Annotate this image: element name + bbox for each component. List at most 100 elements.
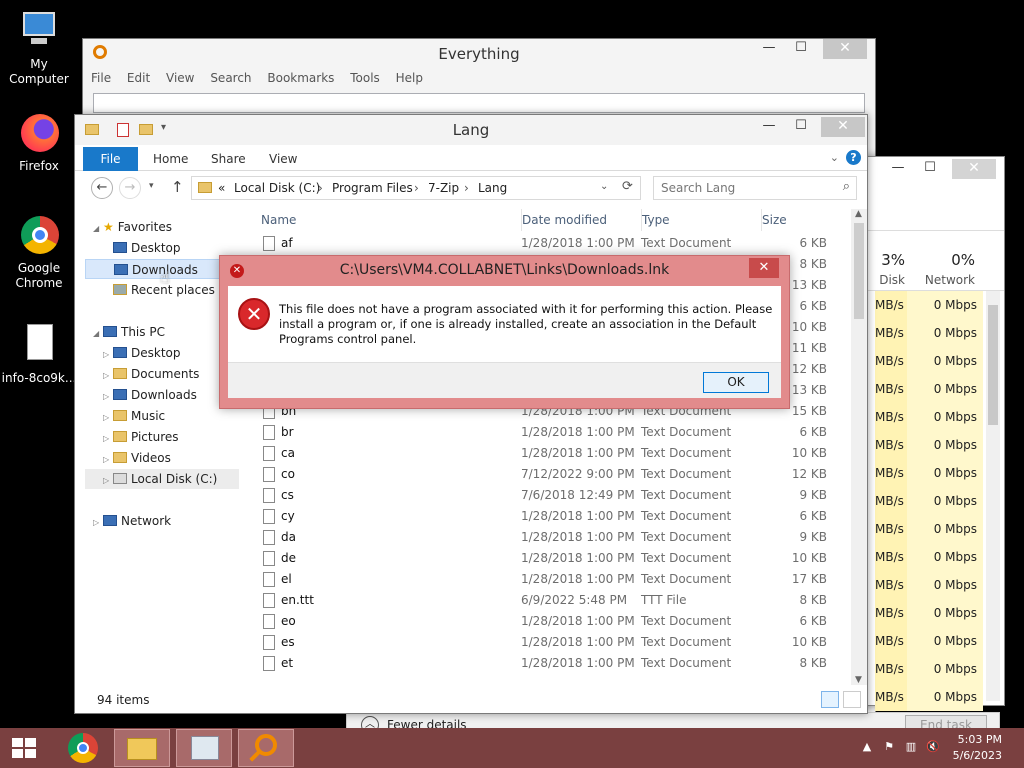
- process-row[interactable]: MB/s 0 Mbps: [875, 347, 983, 375]
- column-header-type[interactable]: Type: [641, 209, 751, 231]
- search-icon[interactable]: ⌕: [843, 179, 850, 194]
- file-row[interactable]: de 1/28/2018 1:00 PM Text Document 10 KB: [255, 548, 839, 569]
- nav-fav-desktop[interactable]: Desktop: [113, 238, 181, 258]
- scrollbar-thumb[interactable]: [988, 305, 998, 425]
- details-view-icon[interactable]: [821, 691, 839, 708]
- file-row[interactable]: cs 7/6/2018 12:49 PM Text Document 9 KB: [255, 485, 839, 506]
- process-row[interactable]: MB/s 0 Mbps: [875, 599, 983, 627]
- breadcrumb-overflow[interactable]: «: [218, 181, 225, 195]
- process-row[interactable]: MB/s 0 Mbps: [875, 459, 983, 487]
- process-row[interactable]: MB/s 0 Mbps: [875, 375, 983, 403]
- process-row[interactable]: MB/s 0 Mbps: [875, 291, 983, 319]
- process-row[interactable]: MB/s 0 Mbps: [875, 515, 983, 543]
- file-row[interactable]: br 1/28/2018 1:00 PM Text Document 6 KB: [255, 422, 839, 443]
- process-row[interactable]: MB/s 0 Mbps: [875, 655, 983, 683]
- nav-network[interactable]: ▷ Network: [93, 511, 171, 531]
- file-row[interactable]: cy 1/28/2018 1:00 PM Text Document 6 KB: [255, 506, 839, 527]
- vertical-scrollbar[interactable]: [986, 291, 1000, 701]
- maximize-button[interactable]: ☐: [787, 39, 815, 59]
- search-box[interactable]: Search Lang ⌕: [653, 176, 857, 200]
- collapsed-arrow-icon[interactable]: ▷: [103, 366, 113, 386]
- refresh-icon[interactable]: ⟳: [622, 179, 633, 194]
- breadcrumb-program-files[interactable]: Program Files: [332, 181, 413, 195]
- scroll-up-icon[interactable]: ▲: [855, 209, 862, 219]
- menu-search[interactable]: Search: [210, 71, 251, 85]
- collapsed-arrow-icon[interactable]: ▷: [103, 471, 113, 491]
- nav-pc-pictures[interactable]: ▷ Pictures: [103, 427, 179, 447]
- menu-bookmarks[interactable]: Bookmarks: [267, 71, 334, 85]
- process-row[interactable]: MB/s 0 Mbps: [875, 571, 983, 599]
- menu-tools[interactable]: Tools: [350, 71, 380, 85]
- clock[interactable]: 5:03 PM 5/6/2023: [953, 732, 1002, 764]
- nav-pc-desktop[interactable]: ▷ Desktop: [103, 343, 181, 363]
- column-header-size[interactable]: Size: [761, 209, 835, 231]
- collapsed-arrow-icon[interactable]: ▷: [103, 387, 113, 407]
- tab-share[interactable]: Share: [211, 147, 246, 171]
- chevron-down-icon[interactable]: ⌄: [600, 181, 608, 192]
- process-row[interactable]: MB/s 0 Mbps: [875, 487, 983, 515]
- close-button[interactable]: ✕: [952, 159, 996, 179]
- large-icons-view-icon[interactable]: [843, 691, 861, 708]
- back-button[interactable]: ←: [91, 177, 113, 199]
- address-bar[interactable]: « Local Disk (C:) › Program Files › 7-Zi…: [191, 176, 641, 200]
- tab-view[interactable]: View: [269, 147, 297, 171]
- process-row[interactable]: MB/s 0 Mbps: [875, 431, 983, 459]
- menu-help[interactable]: Help: [396, 71, 423, 85]
- ok-button[interactable]: OK: [703, 372, 769, 393]
- file-row[interactable]: da 1/28/2018 1:00 PM Text Document 9 KB: [255, 527, 839, 548]
- file-row[interactable]: et 1/28/2018 1:00 PM Text Document 8 KB: [255, 653, 839, 674]
- process-row[interactable]: MB/s 0 Mbps: [875, 403, 983, 431]
- tab-file[interactable]: File: [83, 147, 138, 171]
- close-button[interactable]: ✕: [821, 117, 865, 137]
- nav-favorites[interactable]: ◢ ★ Favorites: [93, 217, 172, 237]
- forward-button[interactable]: →: [119, 177, 141, 199]
- menu-file[interactable]: File: [91, 71, 111, 85]
- file-row[interactable]: el 1/28/2018 1:00 PM Text Document 17 KB: [255, 569, 839, 590]
- maximize-button[interactable]: ☐: [787, 117, 815, 137]
- process-row[interactable]: MB/s 0 Mbps: [875, 683, 983, 711]
- collapsed-arrow-icon[interactable]: ▷: [103, 408, 113, 428]
- desktop-icon-info-file[interactable]: info-8co9k...: [0, 324, 78, 386]
- breadcrumb-7zip[interactable]: 7-Zip: [428, 181, 459, 195]
- everything-search-input[interactable]: [93, 93, 865, 113]
- file-row[interactable]: en.ttt 6/9/2022 5:48 PM TTT File 8 KB: [255, 590, 839, 611]
- expanded-arrow-icon[interactable]: ◢: [93, 219, 103, 239]
- menu-edit[interactable]: Edit: [127, 71, 150, 85]
- help-icon[interactable]: ?: [846, 150, 861, 165]
- process-row[interactable]: MB/s 0 Mbps: [875, 543, 983, 571]
- maximize-button[interactable]: ☐: [916, 159, 944, 179]
- breadcrumb-local-disk[interactable]: Local Disk (C:): [234, 181, 320, 195]
- breadcrumb-lang[interactable]: Lang: [478, 181, 507, 195]
- column-header-name[interactable]: Name: [261, 209, 515, 231]
- nav-pc-local-disk[interactable]: ▷ Local Disk (C:): [85, 469, 239, 489]
- collapsed-arrow-icon[interactable]: ▷: [103, 450, 113, 470]
- dialog-close-button[interactable]: ✕: [749, 258, 779, 278]
- scrollbar-thumb[interactable]: [854, 223, 864, 319]
- collapsed-arrow-icon[interactable]: ▷: [93, 513, 103, 533]
- network-column-header[interactable]: 0% Network: [915, 251, 975, 287]
- tab-home[interactable]: Home: [153, 147, 188, 171]
- file-row[interactable]: es 1/28/2018 1:00 PM Text Document 10 KB: [255, 632, 839, 653]
- vertical-scrollbar[interactable]: ▲ ▼: [851, 209, 867, 685]
- taskbar-task-manager[interactable]: [176, 729, 232, 767]
- expanded-arrow-icon[interactable]: ◢: [93, 324, 103, 344]
- nav-pc-music[interactable]: ▷ Music: [103, 406, 165, 426]
- expand-ribbon-icon[interactable]: ⌄: [830, 151, 839, 164]
- process-row[interactable]: MB/s 0 Mbps: [875, 627, 983, 655]
- recent-locations-icon[interactable]: ▾: [149, 181, 154, 191]
- file-row[interactable]: af 1/28/2018 1:00 PM Text Document 6 KB: [255, 233, 839, 254]
- start-button[interactable]: [6, 736, 42, 760]
- collapsed-arrow-icon[interactable]: ▷: [103, 345, 113, 365]
- collapsed-arrow-icon[interactable]: ▷: [103, 429, 113, 449]
- menu-view[interactable]: View: [166, 71, 194, 85]
- desktop-icon-my-computer[interactable]: My Computer: [0, 10, 78, 87]
- process-row[interactable]: MB/s 0 Mbps: [875, 319, 983, 347]
- up-arrow-icon[interactable]: ↑: [171, 178, 184, 196]
- action-center-icon[interactable]: ⚑: [882, 740, 896, 754]
- taskbar-everything[interactable]: [238, 729, 294, 767]
- file-row[interactable]: ca 1/28/2018 1:00 PM Text Document 10 KB: [255, 443, 839, 464]
- file-row[interactable]: eo 1/28/2018 1:00 PM Text Document 6 KB: [255, 611, 839, 632]
- network-icon[interactable]: ▥: [904, 740, 918, 754]
- desktop-icon-firefox[interactable]: Firefox: [0, 112, 78, 174]
- taskbar-chrome[interactable]: [56, 729, 112, 767]
